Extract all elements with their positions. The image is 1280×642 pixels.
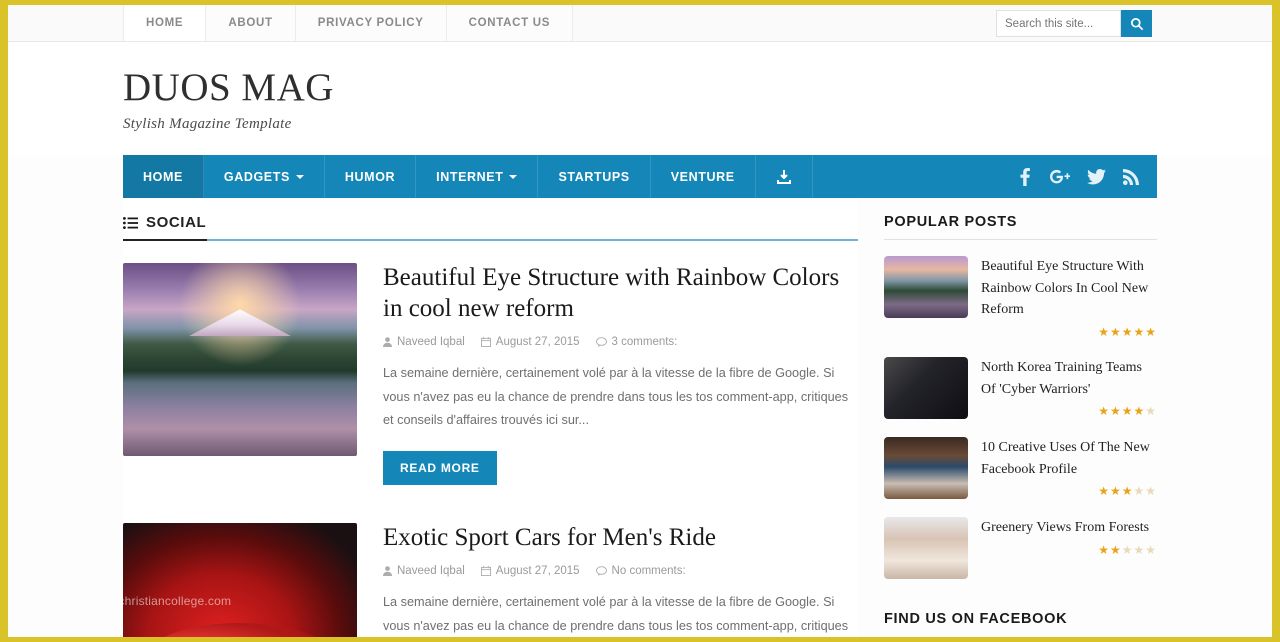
post-item: Exotic Sport Cars for Men's Ride Naveed … <box>123 522 858 638</box>
nav-label: STARTUPS <box>558 169 630 184</box>
site-title[interactable]: DUOS MAG <box>123 68 1272 107</box>
rating-stars: ★★★★★ <box>1098 325 1157 340</box>
nav-item-download[interactable] <box>756 155 813 198</box>
rating-stars: ★★★★★ <box>1098 404 1157 419</box>
user-icon <box>383 337 392 347</box>
popular-post-thumbnail[interactable] <box>884 517 968 580</box>
main-navigation: HOME GADGETS HUMOR INTERNET STARTUPS VEN… <box>123 155 1157 198</box>
twitter-icon[interactable] <box>1087 168 1106 185</box>
search-icon <box>1130 17 1143 30</box>
page-body: SOCIAL Beautiful Eye Structure with Rain… <box>123 198 1157 637</box>
nav-label: HUMOR <box>344 169 396 184</box>
post-author: Naveed Iqbal <box>383 336 465 348</box>
popular-post-title[interactable]: Greenery Views From Forests <box>981 517 1157 539</box>
nav-item-gadgets[interactable]: GADGETS <box>204 155 325 198</box>
topnav-item-contact-us[interactable]: CONTACT US <box>445 5 574 41</box>
topnav-item-about[interactable]: ABOUT <box>205 5 296 41</box>
download-icon <box>776 169 791 184</box>
popular-post-title[interactable]: 10 Creative Uses Of The New Facebook Pro… <box>981 437 1157 480</box>
section-title: SOCIAL <box>146 214 207 231</box>
popular-post-item[interactable]: North Korea Training Teams Of 'Cyber War… <box>884 357 1157 420</box>
popular-post-body: North Korea Training Teams Of 'Cyber War… <box>981 357 1157 419</box>
facebook-icon[interactable] <box>1017 167 1033 186</box>
author-name: Naveed Iqbal <box>397 336 465 348</box>
post-item: Beautiful Eye Structure with Rainbow Col… <box>123 263 858 485</box>
nav-label: GADGETS <box>223 169 290 184</box>
post-comments[interactable]: 3 comments: <box>595 336 678 348</box>
read-more-button[interactable]: READ MORE <box>383 450 497 485</box>
search-box <box>996 10 1152 37</box>
top-navigation: HOME ABOUT PRIVACY POLICY CONTACT US <box>123 5 574 41</box>
popular-post-thumbnail[interactable] <box>884 437 968 500</box>
section-divider <box>123 239 858 241</box>
popular-post-item[interactable]: Greenery Views From Forests ★★★★★ <box>884 517 1157 580</box>
nav-label: HOME <box>143 169 183 184</box>
topnav-item-home[interactable]: HOME <box>123 5 207 41</box>
nav-label: VENTURE <box>670 169 735 184</box>
popular-post-thumbnail[interactable] <box>884 256 968 318</box>
post-date: August 27, 2015 <box>480 336 580 348</box>
post-author: Naveed Iqbal <box>383 565 465 577</box>
calendar-icon <box>480 337 491 347</box>
rss-icon[interactable] <box>1123 168 1139 185</box>
list-icon <box>123 216 138 229</box>
date-text: August 27, 2015 <box>495 336 580 348</box>
popular-post-title[interactable]: North Korea Training Teams Of 'Cyber War… <box>981 357 1157 400</box>
masthead: DUOS MAG Stylish Magazine Template <box>8 42 1272 155</box>
google-plus-icon[interactable] <box>1050 168 1070 186</box>
social-icons <box>1017 155 1157 198</box>
comments-text: 3 comments: <box>611 336 678 348</box>
post-title[interactable]: Exotic Sport Cars for Men's Ride <box>383 523 858 554</box>
site-tagline: Stylish Magazine Template <box>123 116 292 132</box>
popular-post-title[interactable]: Beautiful Eye Structure With Rainbow Col… <box>981 256 1157 321</box>
chevron-down-icon <box>295 174 304 179</box>
section-header: SOCIAL <box>123 214 858 239</box>
post-body: Beautiful Eye Structure with Rainbow Col… <box>383 263 858 485</box>
post-date: August 27, 2015 <box>480 565 580 577</box>
popular-post-body: 10 Creative Uses Of The New Facebook Pro… <box>981 437 1157 499</box>
post-comments[interactable]: No comments: <box>595 565 686 577</box>
popular-post-item[interactable]: 10 Creative Uses Of The New Facebook Pro… <box>884 437 1157 500</box>
nav-item-internet[interactable]: INTERNET <box>416 155 539 198</box>
post-meta: Naveed Iqbal August 27, 2015 <box>383 565 858 577</box>
comments-text: No comments: <box>611 565 686 577</box>
nav-label: INTERNET <box>436 169 504 184</box>
rating-stars: ★★★★★ <box>1098 484 1157 499</box>
author-name: Naveed Iqbal <box>397 565 465 577</box>
topnav-item-privacy-policy[interactable]: PRIVACY POLICY <box>294 5 447 41</box>
nav-item-startups[interactable]: STARTUPS <box>538 155 651 198</box>
top-bar: HOME ABOUT PRIVACY POLICY CONTACT US <box>8 5 1272 42</box>
post-thumbnail[interactable] <box>123 522 357 637</box>
main-content: SOCIAL Beautiful Eye Structure with Rain… <box>123 198 858 637</box>
popular-post-body: Greenery Views From Forests ★★★★★ <box>981 517 1157 579</box>
popular-posts-title: POPULAR POSTS <box>884 214 1157 240</box>
page-frame: HOME ABOUT PRIVACY POLICY CONTACT US DUO… <box>8 5 1272 637</box>
date-text: August 27, 2015 <box>495 565 580 577</box>
popular-post-item[interactable]: Beautiful Eye Structure With Rainbow Col… <box>884 256 1157 339</box>
nav-item-home[interactable]: HOME <box>123 155 204 198</box>
user-icon <box>383 566 392 576</box>
post-excerpt: La semaine dernière, certainement volé p… <box>383 595 849 633</box>
comment-icon <box>595 337 607 347</box>
post-body: Exotic Sport Cars for Men's Ride Naveed … <box>383 523 858 638</box>
rating-stars: ★★★★★ <box>1098 542 1157 557</box>
comment-icon <box>595 566 607 576</box>
chevron-down-icon <box>509 174 518 179</box>
popular-post-body: Beautiful Eye Structure With Rainbow Col… <box>981 256 1157 339</box>
search-input[interactable] <box>996 10 1121 37</box>
nav-item-humor[interactable]: HUMOR <box>325 155 417 198</box>
sidebar: POPULAR POSTS Beautiful Eye Structure Wi… <box>858 198 1157 637</box>
post-title[interactable]: Beautiful Eye Structure with Rainbow Col… <box>383 263 858 324</box>
post-excerpt: La semaine dernière, certainement volé p… <box>383 366 849 427</box>
post-meta: Naveed Iqbal August 27, 2015 <box>383 336 858 348</box>
post-thumbnail[interactable] <box>123 263 357 456</box>
search-button[interactable] <box>1121 10 1152 37</box>
facebook-widget-title: FIND US ON FACEBOOK <box>884 611 1068 628</box>
popular-post-thumbnail[interactable] <box>884 357 968 420</box>
nav-item-venture[interactable]: VENTURE <box>651 155 756 198</box>
calendar-icon <box>480 566 491 576</box>
